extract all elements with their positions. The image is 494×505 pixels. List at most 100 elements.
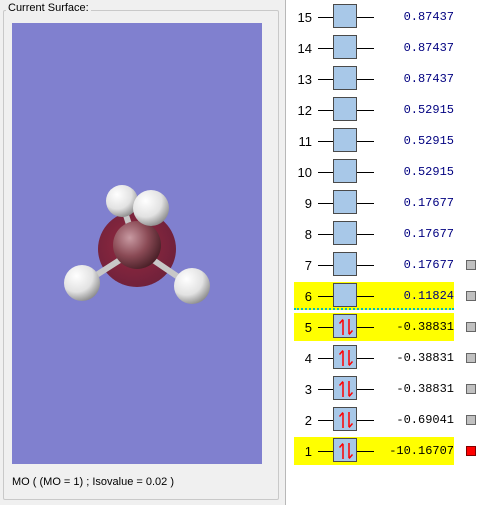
level-line-left — [318, 110, 333, 111]
orbital-energy: 0.17677 — [403, 196, 454, 210]
orbital-index: 14 — [297, 41, 312, 56]
occupied-orbital-box[interactable] — [333, 314, 357, 338]
orbital-energy: 0.17677 — [403, 227, 454, 241]
homo-lumo-gap-line — [294, 308, 454, 310]
level-line-right — [357, 327, 374, 328]
level-line-left — [318, 79, 333, 80]
orbital-energy: 0.52915 — [403, 134, 454, 148]
carbon-atom — [113, 221, 161, 269]
level-line-right — [357, 265, 374, 266]
orbital-row-15[interactable]: 15 0.87437 — [286, 2, 494, 33]
orbital-energy: 0.17677 — [403, 258, 454, 272]
hydrogen-atom — [133, 190, 169, 226]
orbital-energy: 0.87437 — [403, 72, 454, 86]
level-line-right — [357, 358, 374, 359]
orbital-row-14[interactable]: 14 0.87437 — [286, 33, 494, 64]
orbital-row-13[interactable]: 13 0.87437 — [286, 64, 494, 95]
orbital-row-1[interactable]: 1 -10.16707 — [286, 436, 494, 467]
molecule-viewport[interactable] — [12, 23, 262, 464]
surface-selected-square-icon[interactable] — [466, 446, 476, 456]
electron-pair-icon — [338, 412, 354, 428]
virtual-orbital-box[interactable] — [333, 4, 357, 28]
level-line-left — [318, 141, 333, 142]
orbital-index: 15 — [297, 10, 312, 25]
virtual-orbital-box[interactable] — [333, 66, 357, 90]
level-line-left — [318, 327, 333, 328]
orbital-index: 10 — [297, 165, 312, 180]
virtual-orbital-box[interactable] — [333, 128, 357, 152]
level-line-right — [357, 203, 374, 204]
occupied-orbital-box[interactable] — [333, 438, 357, 462]
orbital-energy: -0.38831 — [396, 351, 454, 365]
electron-pair-icon — [338, 381, 354, 397]
orbital-row-9[interactable]: 9 0.17677 — [286, 188, 494, 219]
surface-square-icon[interactable] — [466, 322, 476, 332]
virtual-orbital-box[interactable] — [333, 252, 357, 276]
orbital-row-10[interactable]: 10 0.52915 — [286, 157, 494, 188]
level-line-left — [318, 420, 333, 421]
level-line-left — [318, 265, 333, 266]
level-line-left — [318, 17, 333, 18]
level-line-right — [357, 141, 374, 142]
orbital-index: 7 — [304, 258, 312, 273]
electron-pair-icon — [338, 443, 354, 459]
occupied-orbital-box[interactable] — [333, 376, 357, 400]
orbital-index: 2 — [304, 413, 312, 428]
orbital-index: 13 — [297, 72, 312, 87]
orbital-row-5[interactable]: 5 -0.38831 — [286, 312, 494, 343]
surface-square-icon[interactable] — [466, 291, 476, 301]
orbital-index: 9 — [304, 196, 312, 211]
level-line-left — [318, 203, 333, 204]
virtual-orbital-box[interactable] — [333, 190, 357, 214]
virtual-orbital-box[interactable] — [333, 97, 357, 121]
level-line-right — [357, 234, 374, 235]
orbital-row-2[interactable]: 2 -0.69041 — [286, 405, 494, 436]
surface-caption: MO ( (MO = 1) ; Isovalue = 0.02 ) — [12, 476, 174, 488]
surface-square-icon[interactable] — [466, 384, 476, 394]
orbital-diagram: 15 0.87437 14 0.87437 13 0.87437 12 0.52915 11 0.… — [285, 0, 494, 505]
level-line-left — [318, 48, 333, 49]
orbital-index: 12 — [297, 103, 312, 118]
orbital-row-4[interactable]: 4 -0.38831 — [286, 343, 494, 374]
level-line-left — [318, 234, 333, 235]
orbital-energy: 0.52915 — [403, 103, 454, 117]
orbital-energy: -0.38831 — [396, 320, 454, 334]
level-line-right — [357, 420, 374, 421]
hydrogen-atom — [106, 185, 138, 217]
level-line-right — [357, 451, 374, 452]
surface-square-icon[interactable] — [466, 353, 476, 363]
orbital-energy: 0.87437 — [403, 10, 454, 24]
virtual-orbital-box[interactable] — [333, 35, 357, 59]
orbital-index: 3 — [304, 382, 312, 397]
orbital-row-12[interactable]: 12 0.52915 — [286, 95, 494, 126]
orbital-index: 6 — [304, 289, 312, 304]
orbital-energy: 0.87437 — [403, 41, 454, 55]
orbital-energy: -0.69041 — [396, 413, 454, 427]
orbital-index: 8 — [304, 227, 312, 242]
group-title: Current Surface: — [6, 2, 91, 14]
orbital-energy: 0.52915 — [403, 165, 454, 179]
orbital-index: 11 — [298, 134, 313, 149]
orbital-energy: -10.16707 — [389, 444, 454, 458]
orbital-row-8[interactable]: 8 0.17677 — [286, 219, 494, 250]
virtual-orbital-box[interactable] — [333, 221, 357, 245]
level-line-right — [357, 79, 374, 80]
virtual-orbital-box[interactable] — [333, 159, 357, 183]
level-line-left — [318, 358, 333, 359]
surface-square-icon[interactable] — [466, 260, 476, 270]
occupied-orbital-box[interactable] — [333, 345, 357, 369]
hydrogen-atom — [174, 268, 210, 304]
hydrogen-atom — [64, 265, 100, 301]
virtual-orbital-box[interactable] — [333, 283, 357, 307]
level-line-left — [318, 172, 333, 173]
methane-molecule — [64, 185, 210, 304]
occupied-orbital-box[interactable] — [333, 407, 357, 431]
orbital-row-11[interactable]: 11 0.52915 — [286, 126, 494, 157]
level-line-right — [357, 110, 374, 111]
surface-square-icon[interactable] — [466, 415, 476, 425]
orbital-row-7[interactable]: 7 0.17677 — [286, 250, 494, 281]
orbital-row-3[interactable]: 3 -0.38831 — [286, 374, 494, 405]
orbital-energy: -0.38831 — [396, 382, 454, 396]
electron-pair-icon — [338, 319, 354, 335]
level-line-right — [357, 48, 374, 49]
